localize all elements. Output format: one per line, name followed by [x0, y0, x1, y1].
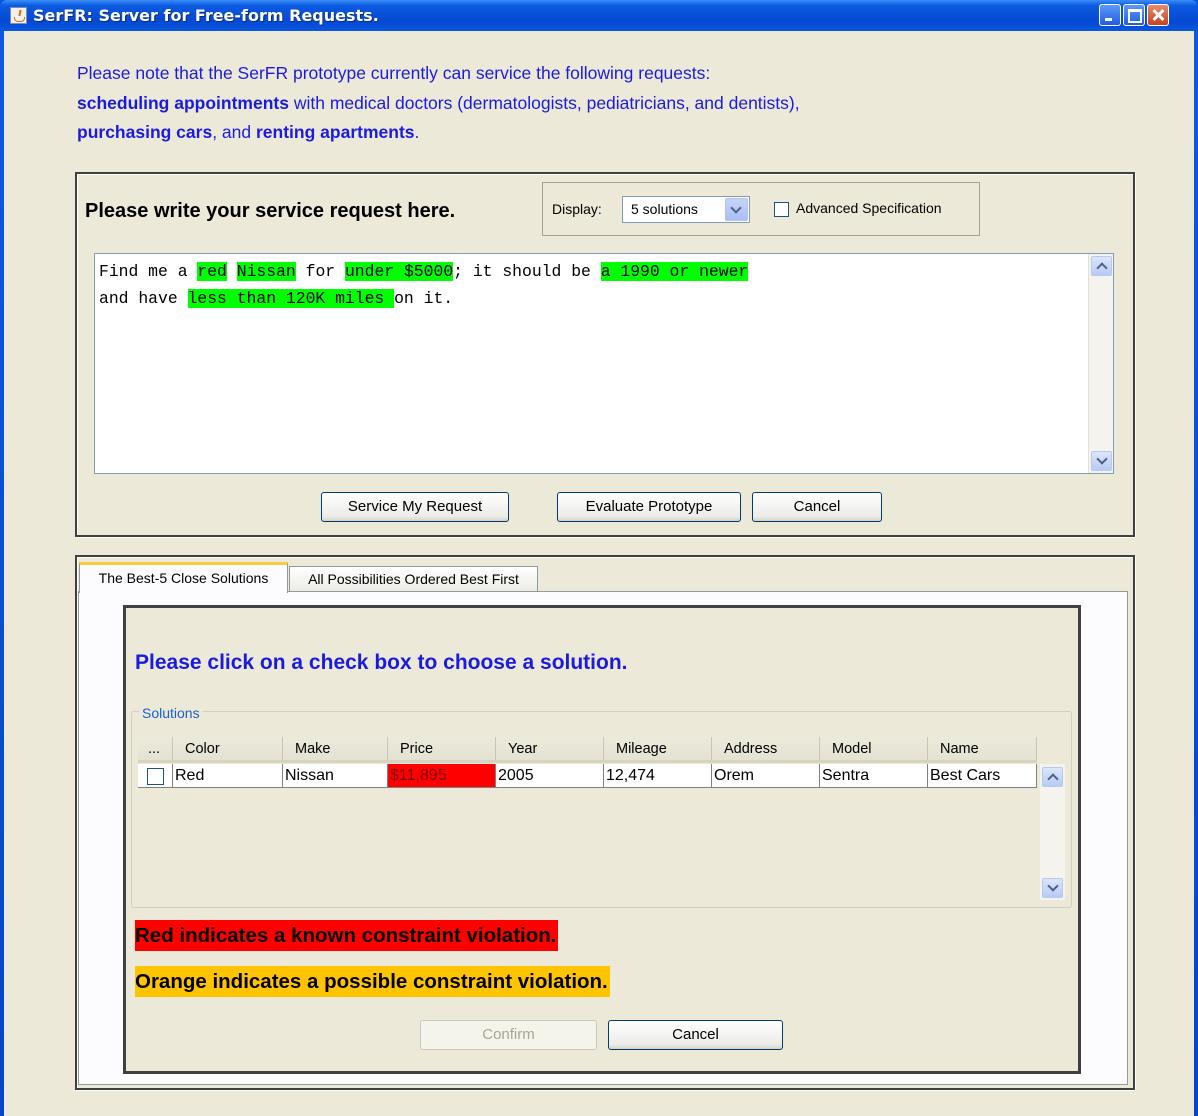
cell-mileage[interactable]: 12,474 — [604, 764, 712, 788]
evaluate-prototype-button[interactable]: Evaluate Prototype — [557, 492, 741, 522]
scroll-up-icon[interactable] — [1042, 767, 1063, 787]
minimize-button[interactable] — [1099, 4, 1121, 26]
cell-make[interactable]: Nissan — [283, 764, 388, 788]
possible-violation-legend: Orange indicates a possible constraint v… — [135, 966, 610, 997]
recognized-constraint-highlight: red — [197, 262, 227, 281]
column-header-mileage[interactable]: Mileage — [604, 737, 712, 761]
column-header-price[interactable]: Price — [388, 737, 496, 761]
table-row-checkbox-cell — [138, 764, 173, 788]
recognized-constraint-highlight: a 1990 or newer — [600, 262, 749, 281]
notice-cars: purchasing cars — [77, 122, 213, 142]
column-header-name[interactable]: Name — [928, 737, 1037, 761]
cell-price-violation[interactable]: $11,895 — [388, 764, 496, 788]
tab-best-5[interactable]: The Best-5 Close Solutions — [79, 562, 288, 593]
notice-line-2: scheduling appointments with medical doc… — [77, 93, 800, 114]
request-text-segment: and have — [99, 289, 188, 308]
request-cancel-button[interactable]: Cancel — [752, 492, 882, 522]
cell-model[interactable]: Sentra — [820, 764, 928, 788]
request-text-segment: on it. — [394, 289, 454, 308]
known-violation-legend: Red indicates a known constraint violati… — [135, 920, 559, 951]
notice-doctors: with medical doctors (dermatologists, pe… — [288, 93, 800, 113]
recognized-constraint-highlight: Nissan — [236, 262, 296, 281]
solution-1-checkbox[interactable] — [147, 768, 164, 785]
scroll-down-icon[interactable] — [1091, 451, 1112, 471]
notice-and: , and — [212, 122, 256, 142]
recognized-constraint-highlight: less than 120K miles — [187, 289, 395, 308]
notice-apartments: renting apartments — [256, 122, 415, 142]
recognized-constraint-highlight: under $5000 — [344, 262, 454, 281]
request-text-segment: Find me a — [99, 262, 198, 281]
request-text-line-1: Find me a red Nissan for under $5000; it… — [99, 262, 749, 281]
notice-line-3: purchasing cars, and renting apartments. — [77, 122, 419, 143]
request-scrollbar[interactable] — [1088, 254, 1113, 473]
request-heading: Please write your service request here. — [85, 200, 456, 222]
column-header-select[interactable]: ... — [138, 737, 173, 761]
column-header-model[interactable]: Model — [820, 737, 928, 761]
column-header-color[interactable]: Color — [173, 737, 283, 761]
scroll-up-icon[interactable] — [1091, 256, 1112, 276]
display-count-select[interactable]: 5 solutions — [622, 196, 750, 223]
display-count-value: 5 solutions — [631, 201, 698, 217]
tab-all-possibilities[interactable]: All Possibilities Ordered Best First — [289, 566, 538, 591]
column-header-address[interactable]: Address — [712, 737, 820, 761]
maximize-button[interactable] — [1123, 4, 1145, 26]
header-divider — [138, 760, 1037, 763]
choose-solution-instruction: Please click on a check box to choose a … — [135, 651, 628, 674]
title-bar[interactable]: SerFR: Server for Free-form Requests. — [0, 0, 1198, 31]
close-window-button[interactable] — [1147, 4, 1169, 26]
scroll-down-icon[interactable] — [1042, 878, 1063, 898]
request-textarea[interactable]: Find me a red Nissan for under $5000; it… — [94, 253, 1114, 474]
solutions-cancel-button[interactable]: Cancel — [608, 1020, 783, 1050]
notice-period: . — [414, 122, 420, 142]
solutions-group-label: Solutions — [139, 705, 203, 721]
cell-year[interactable]: 2005 — [496, 764, 604, 788]
window-title: SerFR: Server for Free-form Requests. — [33, 6, 379, 25]
display-label: Display: — [552, 201, 602, 217]
advanced-spec-checkbox[interactable] — [774, 202, 789, 217]
advanced-spec-label: Advanced Specification — [796, 200, 942, 216]
confirm-button[interactable]: Confirm — [420, 1020, 597, 1050]
cell-address[interactable]: Orem — [712, 764, 820, 788]
notice-scheduling: scheduling appointments — [77, 93, 289, 113]
request-text-segment: for — [295, 262, 345, 281]
column-header-year[interactable]: Year — [496, 737, 604, 761]
request-text-segment — [227, 262, 237, 281]
solutions-scrollbar[interactable] — [1040, 764, 1065, 900]
service-request-button[interactable]: Service My Request — [321, 492, 509, 522]
cell-name[interactable]: Best Cars — [928, 764, 1037, 788]
notice-line-1: Please note that the SerFR prototype cur… — [77, 63, 711, 83]
cell-color[interactable]: Red — [173, 764, 283, 788]
request-text-line-2: and have less than 120K miles on it. — [99, 289, 453, 308]
column-header-make[interactable]: Make — [283, 737, 388, 761]
java-cup-icon[interactable] — [10, 7, 27, 24]
request-text-segment: ; it should be — [453, 262, 601, 281]
chevron-down-icon[interactable] — [725, 198, 748, 221]
